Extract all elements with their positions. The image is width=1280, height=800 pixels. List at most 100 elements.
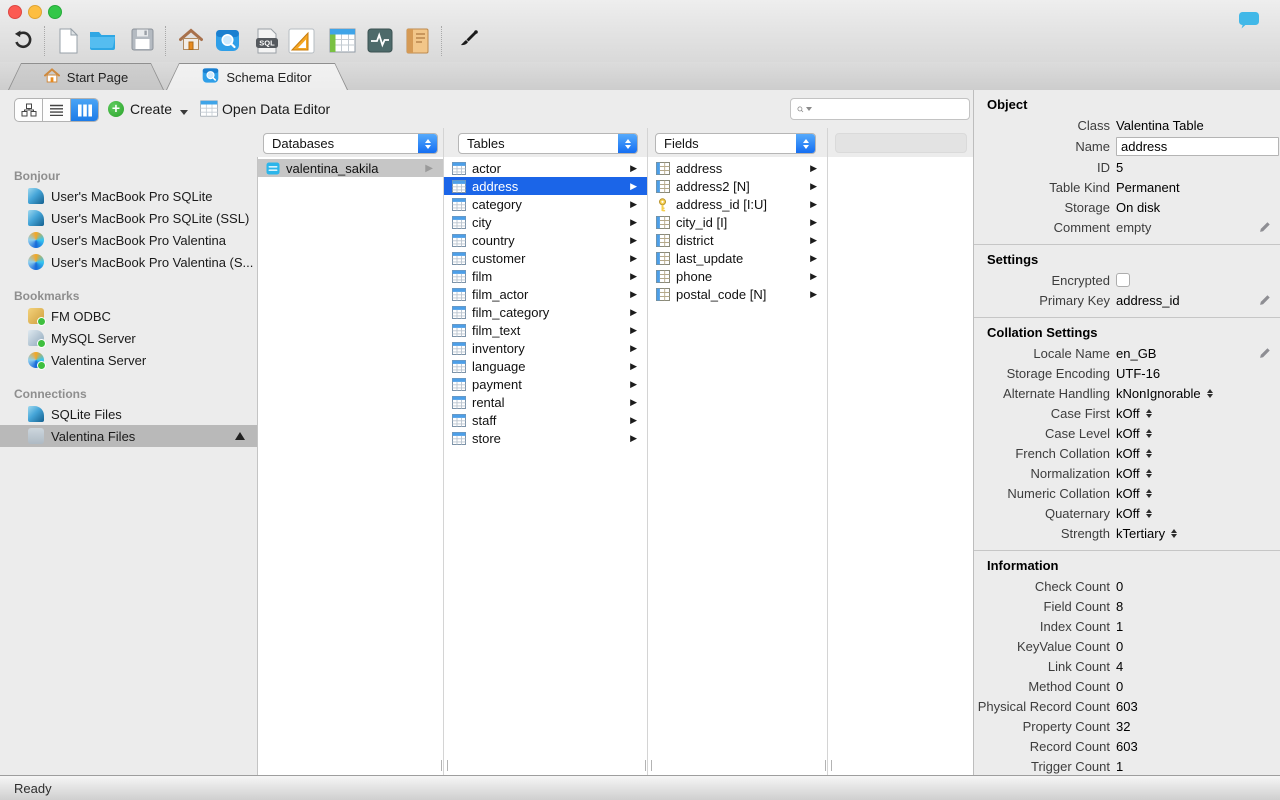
expand-arrow-icon[interactable]: ▶ xyxy=(630,379,637,390)
expand-arrow-icon[interactable]: ▶ xyxy=(810,271,817,282)
diagram-icon[interactable] xyxy=(287,28,315,54)
database-row[interactable]: valentina_sakila ▶ xyxy=(258,159,443,177)
expand-arrow-icon[interactable]: ▶ xyxy=(630,361,637,372)
edit-pencil-icon[interactable] xyxy=(1258,293,1272,307)
sidebar-item[interactable]: MySQL Server xyxy=(0,327,257,349)
expand-arrow-icon[interactable]: ▶ xyxy=(630,181,637,192)
expand-arrow-icon[interactable]: ▶ xyxy=(810,163,817,174)
expand-arrow-icon[interactable]: ▶ xyxy=(810,289,817,300)
save-icon[interactable] xyxy=(130,28,154,51)
search-scope-caret-icon[interactable] xyxy=(806,107,812,111)
expand-arrow-icon[interactable]: ▶ xyxy=(810,253,817,264)
open-folder-icon[interactable] xyxy=(88,28,116,52)
column-resize-grip[interactable] xyxy=(645,760,652,771)
sidebar-item[interactable]: Valentina Files xyxy=(0,425,257,447)
expand-arrow-icon[interactable]: ▶ xyxy=(425,163,433,174)
table-row[interactable]: city ▶ xyxy=(444,213,647,231)
zoom-button[interactable] xyxy=(48,5,62,19)
expand-arrow-icon[interactable]: ▶ xyxy=(630,271,637,282)
table-row[interactable]: address ▶ xyxy=(444,177,647,195)
encrypted-checkbox[interactable] xyxy=(1116,273,1130,287)
expand-arrow-icon[interactable]: ▶ xyxy=(810,217,817,228)
expand-arrow-icon[interactable]: ▶ xyxy=(630,199,637,210)
create-button[interactable]: Create xyxy=(130,101,172,117)
open-data-editor-button[interactable]: Open Data Editor xyxy=(222,101,330,117)
table-row[interactable]: film_category ▶ xyxy=(444,303,647,321)
expand-arrow-icon[interactable]: ▶ xyxy=(630,343,637,354)
diagnostics-icon[interactable] xyxy=(366,28,393,53)
table-row[interactable]: store ▶ xyxy=(444,429,647,447)
undo-icon[interactable] xyxy=(10,28,36,52)
sidebar-item[interactable]: User's MacBook Pro SQLite (SSL) xyxy=(0,207,257,229)
field-row[interactable]: district ▶ xyxy=(648,231,827,249)
expand-arrow-icon[interactable]: ▶ xyxy=(630,433,637,444)
table-row[interactable]: country ▶ xyxy=(444,231,647,249)
sidebar-item[interactable]: User's MacBook Pro SQLite xyxy=(0,185,257,207)
tree-view-button[interactable] xyxy=(15,99,43,121)
collation-select[interactable]: kOff xyxy=(1116,466,1152,481)
create-plus-icon[interactable]: + xyxy=(108,101,124,117)
table-row[interactable]: language ▶ xyxy=(444,357,647,375)
expand-arrow-icon[interactable]: ▶ xyxy=(630,235,637,246)
table-row[interactable]: rental ▶ xyxy=(444,393,647,411)
collation-select[interactable]: kOff xyxy=(1116,506,1152,521)
open-data-editor-icon[interactable] xyxy=(200,100,218,120)
new-document-icon[interactable] xyxy=(56,28,80,54)
field-row[interactable]: phone ▶ xyxy=(648,267,827,285)
table-row[interactable]: customer ▶ xyxy=(444,249,647,267)
expand-arrow-icon[interactable]: ▶ xyxy=(630,253,637,264)
collation-select[interactable]: kOff xyxy=(1116,486,1152,501)
expand-arrow-icon[interactable]: ▶ xyxy=(630,307,637,318)
table-row[interactable]: inventory ▶ xyxy=(444,339,647,357)
collation-select[interactable]: kTertiary xyxy=(1116,526,1178,541)
column-divider[interactable] xyxy=(827,128,828,775)
sidebar-item[interactable]: SQLite Files xyxy=(0,403,257,425)
expand-arrow-icon[interactable]: ▶ xyxy=(810,235,817,246)
table-row[interactable]: film_text ▶ xyxy=(444,321,647,339)
column-divider[interactable] xyxy=(647,128,648,775)
list-view-button[interactable] xyxy=(43,99,71,121)
search-input[interactable] xyxy=(814,100,969,118)
create-dropdown-caret-icon[interactable] xyxy=(180,110,188,115)
sidebar-item[interactable]: FM ODBC xyxy=(0,305,257,327)
tab-schema-editor[interactable]: Schema Editor xyxy=(166,63,348,90)
sql-editor-icon[interactable]: SQL xyxy=(253,28,280,54)
search-field[interactable] xyxy=(790,98,970,120)
field-row[interactable]: last_update ▶ xyxy=(648,249,827,267)
feedback-bubble-icon[interactable] xyxy=(1238,11,1260,32)
field-row[interactable]: address2 [N] ▶ xyxy=(648,177,827,195)
field-row[interactable]: postal_code [N] ▶ xyxy=(648,285,827,303)
eject-icon[interactable] xyxy=(235,432,245,440)
expand-arrow-icon[interactable]: ▶ xyxy=(630,289,637,300)
schema-editor-icon[interactable] xyxy=(214,28,240,53)
data-editor-icon[interactable] xyxy=(328,28,356,53)
sidebar-item[interactable]: User's MacBook Pro Valentina (S... xyxy=(0,251,257,273)
report-icon[interactable] xyxy=(404,28,430,54)
collation-select[interactable]: kOff xyxy=(1116,446,1152,461)
table-row[interactable]: actor ▶ xyxy=(444,159,647,177)
collation-select[interactable]: kNonIgnorable xyxy=(1116,386,1213,401)
column-resize-grip[interactable] xyxy=(825,760,832,771)
column-divider[interactable] xyxy=(257,157,258,775)
expand-arrow-icon[interactable]: ▶ xyxy=(810,199,817,210)
minimize-button[interactable] xyxy=(28,5,42,19)
sidebar-item[interactable]: Valentina Server xyxy=(0,349,257,371)
field-row[interactable]: city_id [I] ▶ xyxy=(648,213,827,231)
edit-pencil-icon[interactable] xyxy=(1258,220,1272,234)
tables-filter-dropdown[interactable]: Tables xyxy=(458,133,638,154)
collation-select[interactable]: kOff xyxy=(1116,426,1152,441)
close-button[interactable] xyxy=(8,5,22,19)
expand-arrow-icon[interactable]: ▶ xyxy=(630,415,637,426)
fields-filter-dropdown[interactable]: Fields xyxy=(655,133,816,154)
expand-arrow-icon[interactable]: ▶ xyxy=(630,397,637,408)
columns-view-button[interactable] xyxy=(71,99,98,121)
field-row[interactable]: address ▶ xyxy=(648,159,827,177)
name-input[interactable] xyxy=(1116,136,1279,156)
databases-filter-dropdown[interactable]: Databases xyxy=(263,133,438,154)
table-row[interactable]: payment ▶ xyxy=(444,375,647,393)
sidebar-item[interactable]: User's MacBook Pro Valentina xyxy=(0,229,257,251)
column-divider[interactable] xyxy=(443,128,444,775)
start-page-icon[interactable] xyxy=(178,28,203,52)
tab-start-page[interactable]: Start Page xyxy=(8,63,164,90)
field-row[interactable]: address_id [I:U] ▶ xyxy=(648,195,827,213)
